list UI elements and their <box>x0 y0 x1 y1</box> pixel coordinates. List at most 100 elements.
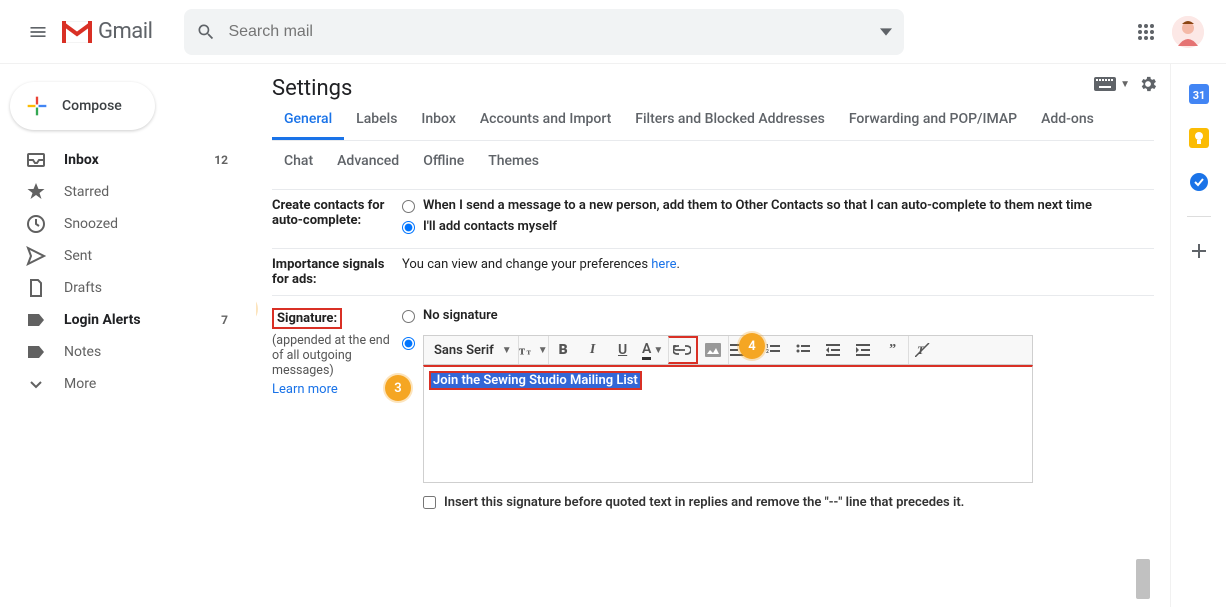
ads-link[interactable]: here <box>651 257 676 272</box>
custom-signature-radio[interactable] <box>402 337 415 350</box>
signature-text-selected[interactable]: Join the Sewing Studio Mailing List <box>430 372 641 389</box>
sidebar-item-label: Snoozed <box>64 216 118 232</box>
insert-before-checkbox[interactable] <box>423 496 436 509</box>
sidebar-item-label: Login Alerts <box>64 312 141 328</box>
signature-section: 2 Signature: (appended at the end of all… <box>272 296 1154 516</box>
sidebar-item-label: More <box>64 376 96 392</box>
font-size-button[interactable]: тт▼ <box>518 336 548 364</box>
input-tools-button[interactable]: ▼ <box>1094 77 1130 91</box>
header: Gmail <box>0 0 1226 64</box>
autocomplete-radio2[interactable] <box>402 221 415 234</box>
insert-before-option[interactable]: Insert this signature before quoted text… <box>423 495 1033 510</box>
plus-icon <box>1189 241 1209 261</box>
sidebar-item-notes[interactable]: Notes <box>0 336 256 368</box>
panel-divider <box>1187 216 1211 217</box>
compose-plus-icon <box>22 91 52 121</box>
ads-text1: You can view and change your preferences <box>402 257 651 272</box>
calendar-addon[interactable]: 31 <box>1189 84 1209 104</box>
apps-grid-icon <box>1137 23 1155 41</box>
autocomplete-section: Create contacts for auto-complete: When … <box>272 190 1154 249</box>
signature-subtext: (appended at the end of all outgoing mes… <box>272 333 402 378</box>
italic-button[interactable]: I <box>578 336 608 364</box>
no-signature-radio[interactable] <box>402 310 415 323</box>
custom-signature-opt[interactable]: 4 3 Sans Serif▼ тт▼ B I U A▼ <box>402 329 1154 510</box>
indent-more-button[interactable] <box>848 336 878 364</box>
gmail-logo-text: Gmail <box>98 19 152 44</box>
compose-button[interactable]: Compose <box>10 82 155 130</box>
tab-forwarding-and-pop-imap[interactable]: Forwarding and POP/IMAP <box>837 111 1029 140</box>
tab-inbox[interactable]: Inbox <box>409 111 467 140</box>
text-color-button[interactable]: A▼ <box>638 336 668 364</box>
chevron-down-icon: ▼ <box>1120 79 1130 90</box>
keep-addon[interactable] <box>1189 128 1209 148</box>
autocomplete-opt2[interactable]: I'll add contacts myself <box>402 219 1154 234</box>
tasks-addon[interactable] <box>1189 172 1209 192</box>
sidebar-item-count: 7 <box>221 313 228 327</box>
get-addons-button[interactable] <box>1189 241 1209 261</box>
sidebar-item-starred[interactable]: Starred <box>0 176 256 208</box>
sidebar-item-more[interactable]: More <box>0 368 256 400</box>
search-options-icon[interactable] <box>880 26 892 38</box>
main-area: Compose Inbox12StarredSnoozedSentDraftsL… <box>0 64 1226 607</box>
account-avatar[interactable] <box>1172 16 1204 48</box>
autocomplete-radio1[interactable] <box>402 200 415 213</box>
gmail-m-icon <box>62 21 92 43</box>
font-family-select[interactable]: Sans Serif▼ <box>424 336 518 364</box>
main-menu-button[interactable] <box>18 12 58 52</box>
signature-toolbar: Sans Serif▼ тт▼ B I U A▼ ▼ 12 <box>423 335 1033 365</box>
page-title: Settings <box>272 76 1154 101</box>
tab-filters-and-blocked-addresses[interactable]: Filters and Blocked Addresses <box>623 111 837 140</box>
sidebar-item-inbox[interactable]: Inbox12 <box>0 144 256 176</box>
no-signature-opt[interactable]: No signature <box>402 308 1154 323</box>
google-apps-button[interactable] <box>1126 12 1166 52</box>
keep-icon <box>1189 128 1209 148</box>
sidebar-item-sent[interactable]: Sent <box>0 240 256 272</box>
autocomplete-label: Create contacts for auto-complete: <box>272 198 402 240</box>
no-signature-label: No signature <box>423 308 498 323</box>
search-bar[interactable] <box>184 9 904 55</box>
quote-button[interactable]: ” <box>878 336 908 364</box>
tasks-icon <box>1189 172 1209 192</box>
tab-general[interactable]: General <box>272 111 344 140</box>
clock-icon <box>26 214 46 234</box>
insert-image-button[interactable] <box>698 336 728 364</box>
signature-learn-more[interactable]: Learn more <box>272 382 402 397</box>
underline-button[interactable]: U <box>608 336 638 364</box>
insert-before-label: Insert this signature before quoted text… <box>444 495 964 510</box>
ads-section: Importance signals for ads: You can view… <box>272 249 1154 296</box>
label-icon <box>26 310 46 330</box>
signature-label: Signature: <box>272 308 342 329</box>
sidebar-item-snoozed[interactable]: Snoozed <box>0 208 256 240</box>
gmail-logo[interactable]: Gmail <box>62 19 152 44</box>
scrollbar-thumb[interactable] <box>1136 559 1150 599</box>
sidebar-item-label: Starred <box>64 184 109 200</box>
tab-accounts-and-import[interactable]: Accounts and Import <box>468 111 623 140</box>
sidebar-item-login-alerts[interactable]: Login Alerts 7 <box>0 304 256 336</box>
tab-advanced[interactable]: Advanced <box>325 153 411 179</box>
unordered-list-button[interactable] <box>788 336 818 364</box>
indent-icon <box>856 344 870 356</box>
svg-text:31: 31 <box>1192 89 1205 102</box>
sidebar-item-drafts[interactable]: Drafts <box>0 272 256 304</box>
inbox-icon <box>26 150 46 170</box>
search-input[interactable] <box>228 23 880 41</box>
settings-gear-button[interactable] <box>1138 74 1158 94</box>
bold-button[interactable]: B <box>548 336 578 364</box>
hamburger-icon <box>28 22 48 42</box>
numbered-list-icon: 12 <box>766 344 780 356</box>
svg-text:т: т <box>519 344 525 357</box>
sidebar-item-label: Sent <box>64 248 92 264</box>
tab-offline[interactable]: Offline <box>411 153 476 179</box>
side-panel: 31 <box>1170 64 1226 607</box>
tab-add-ons[interactable]: Add-ons <box>1029 111 1106 140</box>
tab-themes[interactable]: Themes <box>476 153 551 179</box>
indent-less-button[interactable] <box>818 336 848 364</box>
compose-label: Compose <box>62 98 122 114</box>
autocomplete-opt1[interactable]: When I send a message to a new person, a… <box>402 198 1154 213</box>
tab-chat[interactable]: Chat <box>272 153 325 179</box>
signature-editor[interactable]: Join the Sewing Studio Mailing List <box>423 365 1033 483</box>
remove-formatting-button[interactable]: T <box>908 336 938 364</box>
insert-link-button[interactable] <box>668 336 698 364</box>
tab-labels[interactable]: Labels <box>344 111 409 140</box>
sidebar-item-label: Inbox <box>64 152 99 168</box>
